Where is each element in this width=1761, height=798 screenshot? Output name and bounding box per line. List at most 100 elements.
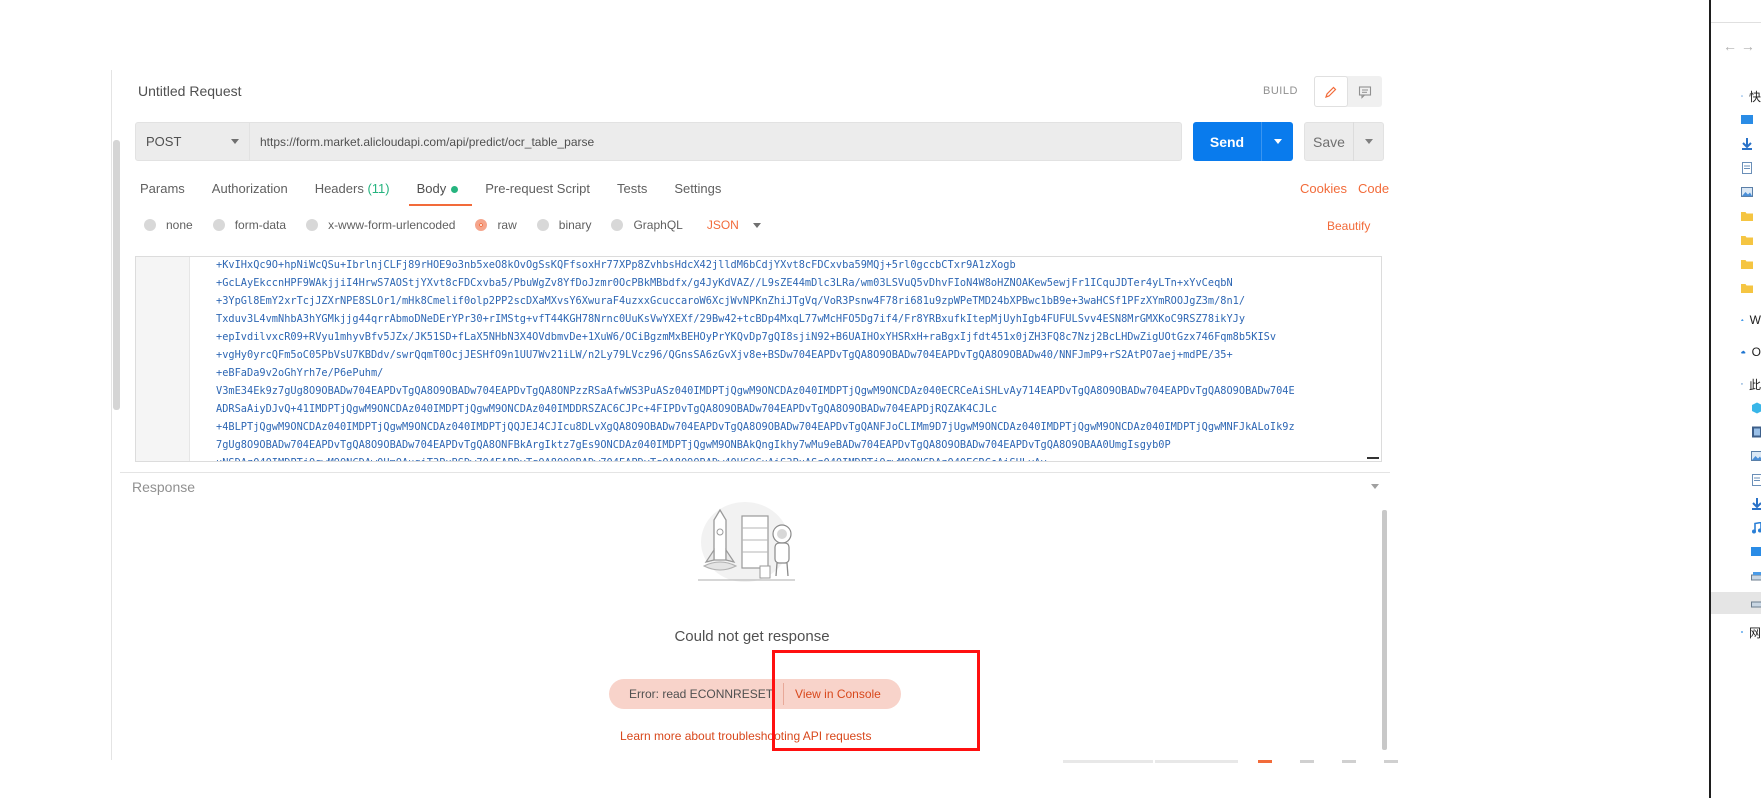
- explorer-divider: [1711, 22, 1761, 23]
- save-label: Save: [1313, 133, 1345, 150]
- explorer-item[interactable]: [1741, 136, 1761, 152]
- explorer-item[interactable]: [1751, 448, 1761, 464]
- chevron-down-icon: [752, 222, 761, 228]
- explorer-item[interactable]: [1741, 208, 1761, 224]
- explorer-item[interactable]: [1751, 400, 1761, 416]
- help-icon[interactable]: [1384, 760, 1398, 763]
- tab-headers[interactable]: Headers (11): [315, 181, 390, 205]
- format-value: JSON: [706, 218, 739, 232]
- tab-body-label: Body: [416, 181, 447, 196]
- radio-circle: [536, 219, 549, 231]
- star-icon: [1741, 95, 1743, 97]
- explorer-item[interactable]: [1751, 424, 1761, 440]
- radio-circle: [212, 219, 225, 231]
- radio-none-label: none: [166, 218, 193, 232]
- quick-access-item[interactable]: 快: [1741, 88, 1761, 104]
- body-indicator-dot: [451, 186, 459, 194]
- drive-icon: [1751, 572, 1761, 581]
- radio-binary[interactable]: binary: [536, 218, 591, 232]
- beautify-link[interactable]: Beautify: [1327, 219, 1370, 233]
- radio-circle: [611, 219, 624, 231]
- request-right-links: Cookies Code: [1300, 181, 1389, 196]
- explorer-item[interactable]: [1741, 112, 1761, 128]
- body-editor[interactable]: +KvIHxQc9O+hpNiWcQSu+IbrlnjCLFj89rHOE9o3…: [135, 256, 1382, 462]
- tab-params[interactable]: Params: [140, 181, 185, 205]
- folder-icon: [1741, 212, 1753, 221]
- request-title[interactable]: Untitled Request: [138, 83, 242, 99]
- sidebar-scrollbar[interactable]: [113, 140, 120, 410]
- format-select[interactable]: JSON: [707, 218, 761, 232]
- explorer-item-this-pc[interactable]: 此: [1741, 376, 1761, 392]
- line-number-gutter: [136, 257, 190, 461]
- radio-form-data-label: form-data: [234, 218, 287, 232]
- save-options-button[interactable]: [1354, 139, 1383, 144]
- radio-form-data[interactable]: form-data: [212, 218, 287, 232]
- code-content[interactable]: +KvIHxQc9O+hpNiWcQSu+IbrlnjCLFj89rHOE9o3…: [216, 257, 1373, 461]
- edit-pencil-icon[interactable]: [1314, 76, 1348, 107]
- cloud-icon: [1741, 319, 1744, 321]
- radio-circle: [475, 219, 488, 231]
- explorer-item[interactable]: [1741, 280, 1761, 296]
- music-icon: [1752, 522, 1761, 534]
- bootcamp-icon[interactable]: [1258, 760, 1272, 763]
- explorer-item-network[interactable]: 网: [1741, 624, 1761, 640]
- explorer-item[interactable]: [1751, 496, 1761, 512]
- code-line: 7gUg8O9OBADw704EAPDvTgQA8O9OBADw704EAPDv…: [216, 439, 1171, 451]
- explorer-item-onedrive[interactable]: O: [1741, 344, 1761, 360]
- comment-icon[interactable]: [1348, 76, 1382, 107]
- response-header-bar: [120, 472, 1390, 500]
- code-link[interactable]: Code: [1358, 181, 1389, 196]
- keyboard-icon[interactable]: [1342, 760, 1356, 763]
- chevron-down-icon[interactable]: [1371, 484, 1379, 489]
- code-line: +4BLPTjQgwM9ONCDAz040IMDPTjQgwM9ONCDAz04…: [216, 421, 1295, 433]
- explorer-item[interactable]: [1741, 256, 1761, 272]
- tab-prerequest-script[interactable]: Pre-request Script: [485, 181, 590, 205]
- code-line: ADRSaAiyDJvQ+41IMDPTjQgwM9ONCDAz040IMDPT…: [216, 403, 998, 415]
- desktop-icon: [1751, 547, 1761, 556]
- build-label: BUILD: [1263, 85, 1298, 97]
- mode-toggle: [1314, 76, 1382, 107]
- folder-icon: [1741, 284, 1753, 293]
- explorer-item-selected-drive[interactable]: [1751, 595, 1761, 611]
- status-bar-segment: [1155, 760, 1238, 763]
- save-button[interactable]: Save: [1304, 122, 1384, 161]
- radio-raw-label: raw: [497, 218, 517, 232]
- code-line: +epIvdilvxcR09+RVyu1mhyvBfv5JZx/JK51SD+f…: [216, 331, 1277, 343]
- folder-icon: [1741, 260, 1753, 269]
- cookies-link[interactable]: Cookies: [1300, 181, 1347, 196]
- astronaut-rocket-illustration: [690, 500, 815, 603]
- tab-body[interactable]: Body: [408, 181, 472, 206]
- no-response-message: Could not get response: [674, 628, 830, 645]
- explorer-item[interactable]: [1751, 472, 1761, 488]
- file-explorer-strip: ← → 快 W O 此 网: [1709, 0, 1761, 798]
- explorer-item[interactable]: [1751, 520, 1761, 536]
- explorer-item[interactable]: [1751, 544, 1761, 560]
- tab-tests[interactable]: Tests: [617, 181, 647, 205]
- explorer-item[interactable]: [1741, 232, 1761, 248]
- explorer-item[interactable]: [1751, 568, 1761, 584]
- radio-raw[interactable]: raw: [475, 218, 517, 232]
- layout-icon[interactable]: [1300, 760, 1314, 763]
- explorer-item-wps-cloud[interactable]: W: [1741, 312, 1761, 328]
- explorer-item[interactable]: [1741, 160, 1761, 176]
- radio-urlencoded[interactable]: x-www-form-urlencoded: [306, 218, 455, 232]
- url-input[interactable]: https://form.market.alicloudapi.com/api/…: [250, 122, 1182, 161]
- headers-count: (11): [367, 181, 390, 196]
- response-label[interactable]: Response: [132, 479, 195, 495]
- radio-none[interactable]: none: [144, 218, 193, 232]
- radio-circle: [306, 219, 319, 231]
- tab-authorization[interactable]: Authorization: [212, 181, 288, 205]
- status-bar-segment: [1063, 760, 1153, 763]
- back-forward-arrows[interactable]: ← →: [1723, 38, 1755, 54]
- editor-resize-handle[interactable]: [1367, 457, 1379, 459]
- method-select[interactable]: POST: [135, 122, 250, 161]
- radio-graphql[interactable]: GraphQL: [611, 218, 683, 232]
- explorer-item[interactable]: [1741, 184, 1761, 200]
- send-button[interactable]: Send: [1193, 122, 1293, 161]
- radio-circle: [144, 219, 156, 231]
- tab-settings[interactable]: Settings: [674, 181, 721, 205]
- code-line: V3mE34Ek9z7gUg8O9OBADw704EAPDvTgQA8O9OBA…: [216, 385, 1295, 397]
- chevron-down-icon: [1273, 139, 1282, 144]
- send-options-button[interactable]: [1262, 139, 1293, 144]
- code-line: +vgHy0yrcQFm5oC05PbVsU7KBDdv/swrQqmT0Ocj…: [216, 349, 1233, 361]
